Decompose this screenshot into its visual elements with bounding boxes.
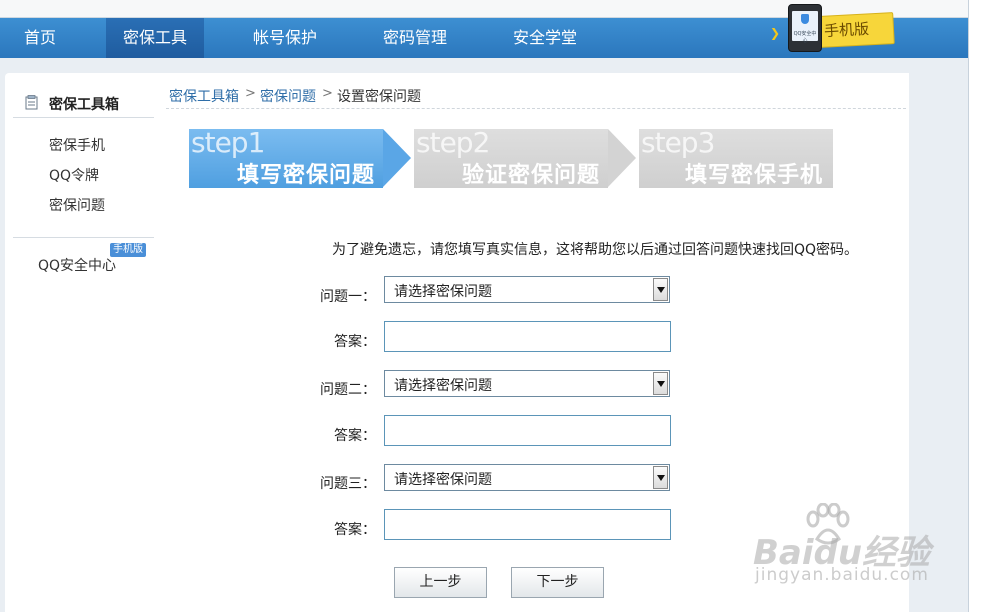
mobile-version-promo[interactable]: ❯ 手机版 QQ安全中心 bbox=[770, 4, 900, 54]
right-edge-line bbox=[968, 0, 969, 612]
phone-caption: QQ安全中心 bbox=[793, 31, 817, 44]
prev-step-button[interactable]: 上一步 bbox=[394, 567, 487, 598]
nav-item-password-management[interactable]: 密码管理 bbox=[366, 18, 464, 58]
chevron-down-icon[interactable] bbox=[653, 466, 668, 489]
nav-item-account-protection[interactable]: 帐号保护 bbox=[236, 18, 334, 58]
right-edge bbox=[968, 0, 981, 612]
promo-label: 手机版 bbox=[823, 19, 870, 41]
question-2-label: 问题二： bbox=[320, 382, 376, 398]
question-3-select[interactable]: 请选择密保问题 bbox=[384, 464, 670, 491]
step-1: step1 填写密保问题 bbox=[189, 126, 411, 188]
sidebar-item-qq-token[interactable]: QQ令牌 bbox=[49, 165, 99, 185]
step-2-arrow bbox=[608, 129, 636, 187]
step-1-number: step1 bbox=[191, 126, 265, 159]
answer-2-input[interactable] bbox=[384, 415, 671, 446]
question-3-label: 问题三： bbox=[320, 476, 376, 492]
nav-item-security-school[interactable]: 安全学堂 bbox=[496, 18, 594, 58]
watermark-url: jingyan.baidu.com bbox=[755, 565, 929, 585]
step-2: step2 验证密保问题 bbox=[414, 126, 636, 188]
breadcrumb-separator: > bbox=[322, 86, 333, 101]
phone-icon: QQ安全中心 bbox=[788, 4, 822, 52]
step-3-number: step3 bbox=[641, 126, 715, 159]
question-1-select[interactable]: 请选择密保问题 bbox=[384, 276, 670, 303]
chevron-down-icon[interactable] bbox=[653, 278, 668, 301]
sidebar-item-security-questions[interactable]: 密保问题 bbox=[49, 195, 105, 215]
sidebar-title: 密保工具箱 bbox=[49, 97, 119, 113]
question-2-selected-value: 请选择密保问题 bbox=[394, 378, 492, 394]
step-2-title: 验证密保问题 bbox=[462, 163, 601, 188]
phone-screen: QQ安全中心 bbox=[792, 11, 818, 44]
mobile-badge: 手机版 bbox=[110, 243, 146, 257]
breadcrumb-item-current: 设置密保问题 bbox=[337, 89, 421, 105]
next-step-button[interactable]: 下一步 bbox=[511, 567, 604, 598]
step-1-title: 填写密保问题 bbox=[237, 163, 376, 188]
chevron-down-icon[interactable] bbox=[653, 372, 668, 395]
form-intro-text: 为了避免遗忘，请您填写真实信息，这将帮助您以后通过回答问题快速找回QQ密码。 bbox=[332, 242, 859, 258]
question-1-selected-value: 请选择密保问题 bbox=[394, 284, 492, 300]
sidebar-divider-2 bbox=[13, 237, 154, 238]
answer-1-label: 答案： bbox=[334, 334, 376, 350]
question-2-select[interactable]: 请选择密保问题 bbox=[384, 370, 670, 397]
step-3-title: 填写密保手机 bbox=[685, 163, 824, 188]
question-1-label: 问题一： bbox=[320, 289, 376, 305]
nav-item-security-tools[interactable]: 密保工具 bbox=[106, 18, 204, 58]
sidebar-divider bbox=[13, 117, 154, 118]
breadcrumb-divider bbox=[166, 108, 906, 109]
step-3: step3 填写密保手机 bbox=[639, 126, 833, 188]
step-2-number: step2 bbox=[416, 126, 490, 159]
answer-3-label: 答案： bbox=[334, 522, 376, 538]
toolbox-icon bbox=[25, 95, 38, 110]
answer-3-input[interactable] bbox=[384, 509, 671, 540]
answer-1-input[interactable] bbox=[384, 321, 671, 352]
sidebar-item-security-phone[interactable]: 密保手机 bbox=[49, 135, 105, 155]
step-1-arrow bbox=[383, 129, 411, 187]
breadcrumb-item-security-questions[interactable]: 密保问题 bbox=[260, 86, 316, 106]
baidu-jingyan-watermark: Baidu经验 jingyan.baidu.com bbox=[753, 503, 933, 593]
sidebar-item-qq-security-center[interactable]: QQ安全中心 bbox=[38, 255, 116, 275]
answer-2-label: 答案： bbox=[334, 428, 376, 444]
breadcrumb-separator: > bbox=[245, 86, 256, 101]
breadcrumb-item-toolbox[interactable]: 密保工具箱 bbox=[169, 86, 239, 106]
question-3-selected-value: 请选择密保问题 bbox=[394, 472, 492, 488]
shield-icon bbox=[801, 14, 809, 24]
promo-arrow-icon: ❯ bbox=[770, 26, 781, 40]
nav-item-home[interactable]: 首页 bbox=[0, 18, 80, 58]
